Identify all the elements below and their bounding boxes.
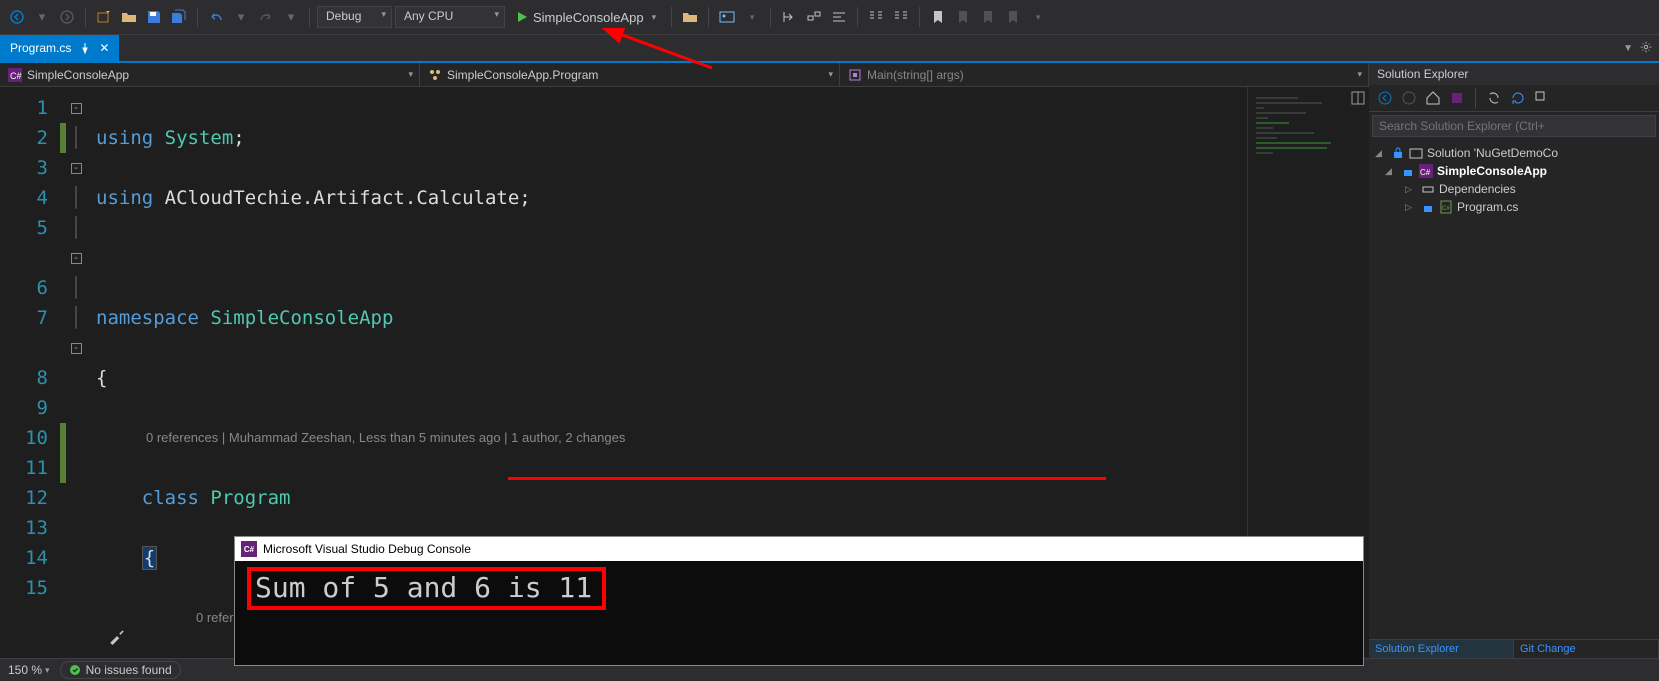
redo-icon[interactable]: ▾ (230, 6, 252, 28)
panel-title: Solution Explorer (1369, 63, 1659, 85)
nav-member-label: Main(string[] args) (867, 68, 964, 82)
tab-git-changes[interactable]: Git Change (1514, 640, 1659, 658)
tab-label: Program.cs (10, 41, 71, 55)
save-icon[interactable] (143, 6, 165, 28)
start-debug-button[interactable]: SimpleConsoleApp (508, 6, 664, 28)
nav-back-icon[interactable] (6, 6, 28, 28)
fold-toggle[interactable] (66, 153, 86, 183)
quick-actions-icon[interactable] (108, 627, 126, 645)
uncomment-icon[interactable] (890, 6, 912, 28)
tree-solution[interactable]: ◢ Solution 'NuGetDemoCo (1371, 144, 1657, 162)
dependencies-icon (1421, 182, 1435, 196)
line-gutter: 12345 67 89101112131415 (0, 87, 60, 658)
nav-project-dropdown[interactable]: C# SimpleConsoleApp (0, 63, 420, 86)
fold-toggle[interactable] (66, 243, 86, 273)
solution-config-dropdown[interactable]: Debug (317, 6, 392, 28)
redo-icon[interactable] (255, 6, 277, 28)
bookmark-icon[interactable] (927, 6, 949, 28)
console-output: Sum of 5 and 6 is 11 (235, 561, 1363, 665)
svg-text:C#: C# (10, 71, 22, 81)
tool-window-tabs: Solution Explorer Git Change (1369, 639, 1659, 658)
csharp-project-icon: C# (1419, 164, 1433, 178)
document-tabs: Program.cs ✕ ▼ (0, 35, 1659, 63)
chevron-down-icon[interactable]: ▾ (741, 6, 763, 28)
toolbar-overflow-icon[interactable]: ▾ (1027, 6, 1049, 28)
comment-icon[interactable] (865, 6, 887, 28)
annotation-highlight-box: Sum of 5 and 6 is 11 (247, 567, 606, 610)
bookmark-next-icon[interactable] (977, 6, 999, 28)
main-toolbar: ▾ ▾ ▾ Debug Any CPU SimpleConsoleApp ▾ ▾ (0, 0, 1659, 35)
pin-icon[interactable] (79, 42, 91, 54)
method-icon (848, 68, 862, 82)
check-circle-icon (69, 664, 81, 676)
sync-icon[interactable] (1484, 88, 1504, 108)
startup-project-label: SimpleConsoleApp (533, 10, 644, 25)
close-icon[interactable]: ✕ (99, 41, 109, 55)
solexp-toolbar (1369, 85, 1659, 112)
format-icon[interactable] (828, 6, 850, 28)
solution-icon (1409, 146, 1423, 160)
svg-text:C#: C# (1420, 168, 1431, 177)
nav-class-dropdown[interactable]: SimpleConsoleApp.Program (420, 63, 840, 86)
tab-overflow-icon[interactable]: ▼ (1623, 43, 1633, 54)
console-title-label: Microsoft Visual Studio Debug Console (263, 542, 471, 556)
gear-icon[interactable] (1639, 40, 1653, 57)
new-project-icon[interactable] (93, 6, 115, 28)
switch-view-icon[interactable] (1447, 88, 1467, 108)
back-icon[interactable] (1375, 88, 1395, 108)
tree-project[interactable]: ◢ C# SimpleConsoleApp (1371, 162, 1657, 180)
tab-solution-explorer[interactable]: Solution Explorer (1369, 640, 1514, 658)
tab-program-cs[interactable]: Program.cs ✕ (0, 35, 119, 61)
open-file-icon[interactable] (118, 6, 140, 28)
class-icon (428, 68, 442, 82)
codelens-class[interactable]: 0 references | Muhammad Zeeshan, Less th… (146, 423, 625, 453)
nav-fwd-icon[interactable]: ▾ (31, 6, 53, 28)
solution-platform-dropdown[interactable]: Any CPU (395, 6, 505, 28)
tree-file-program[interactable]: ▷ C# Program.cs (1371, 198, 1657, 216)
refresh-icon[interactable] (1508, 88, 1528, 108)
tree-dependencies[interactable]: ▷ Dependencies (1371, 180, 1657, 198)
fwd-icon[interactable] (1399, 88, 1419, 108)
solution-explorer-panel: Solution Explorer ◢ Solution 'NuGetDemoC… (1369, 63, 1659, 658)
issues-indicator[interactable]: No issues found (60, 661, 181, 679)
lock-icon (1391, 146, 1405, 160)
fold-toggle[interactable] (66, 333, 86, 363)
nav-project-label: SimpleConsoleApp (27, 68, 129, 82)
nav-fwd-icon[interactable] (56, 6, 78, 28)
nav-class-label: SimpleConsoleApp.Program (447, 68, 598, 82)
collapse-all-icon[interactable] (1532, 88, 1552, 108)
image-icon[interactable] (716, 6, 738, 28)
save-all-icon[interactable] (168, 6, 190, 28)
home-icon[interactable] (1423, 88, 1443, 108)
undo-icon[interactable] (205, 6, 227, 28)
lock-icon (1421, 200, 1435, 214)
step-into-icon[interactable] (803, 6, 825, 28)
fold-toggle[interactable] (66, 93, 86, 123)
step-icon[interactable] (778, 6, 800, 28)
redo-icon[interactable]: ▾ (280, 6, 302, 28)
code-navbar: C# SimpleConsoleApp SimpleConsoleApp.Pro… (0, 63, 1369, 87)
zoom-control[interactable]: 150 %▾ (8, 663, 50, 677)
csharp-file-icon: C# (1439, 200, 1453, 214)
solexp-search-input[interactable] (1372, 115, 1656, 137)
bookmark-clear-icon[interactable] (1002, 6, 1024, 28)
solution-tree: ◢ Solution 'NuGetDemoCo ◢ C# SimpleConso… (1369, 140, 1659, 639)
bookmark-prev-icon[interactable] (952, 6, 974, 28)
svg-text:C#: C# (1442, 206, 1450, 212)
folder-icon[interactable] (679, 6, 701, 28)
nav-member-dropdown[interactable]: Main(string[] args) (840, 63, 1369, 86)
lock-icon (1401, 164, 1415, 178)
vs-icon: C# (241, 541, 257, 557)
console-titlebar[interactable]: C# Microsoft Visual Studio Debug Console (235, 537, 1363, 561)
csharp-project-icon: C# (8, 68, 22, 82)
debug-console-window: C# Microsoft Visual Studio Debug Console… (234, 536, 1364, 666)
fold-column: │ │ │ │ │ (66, 87, 86, 658)
